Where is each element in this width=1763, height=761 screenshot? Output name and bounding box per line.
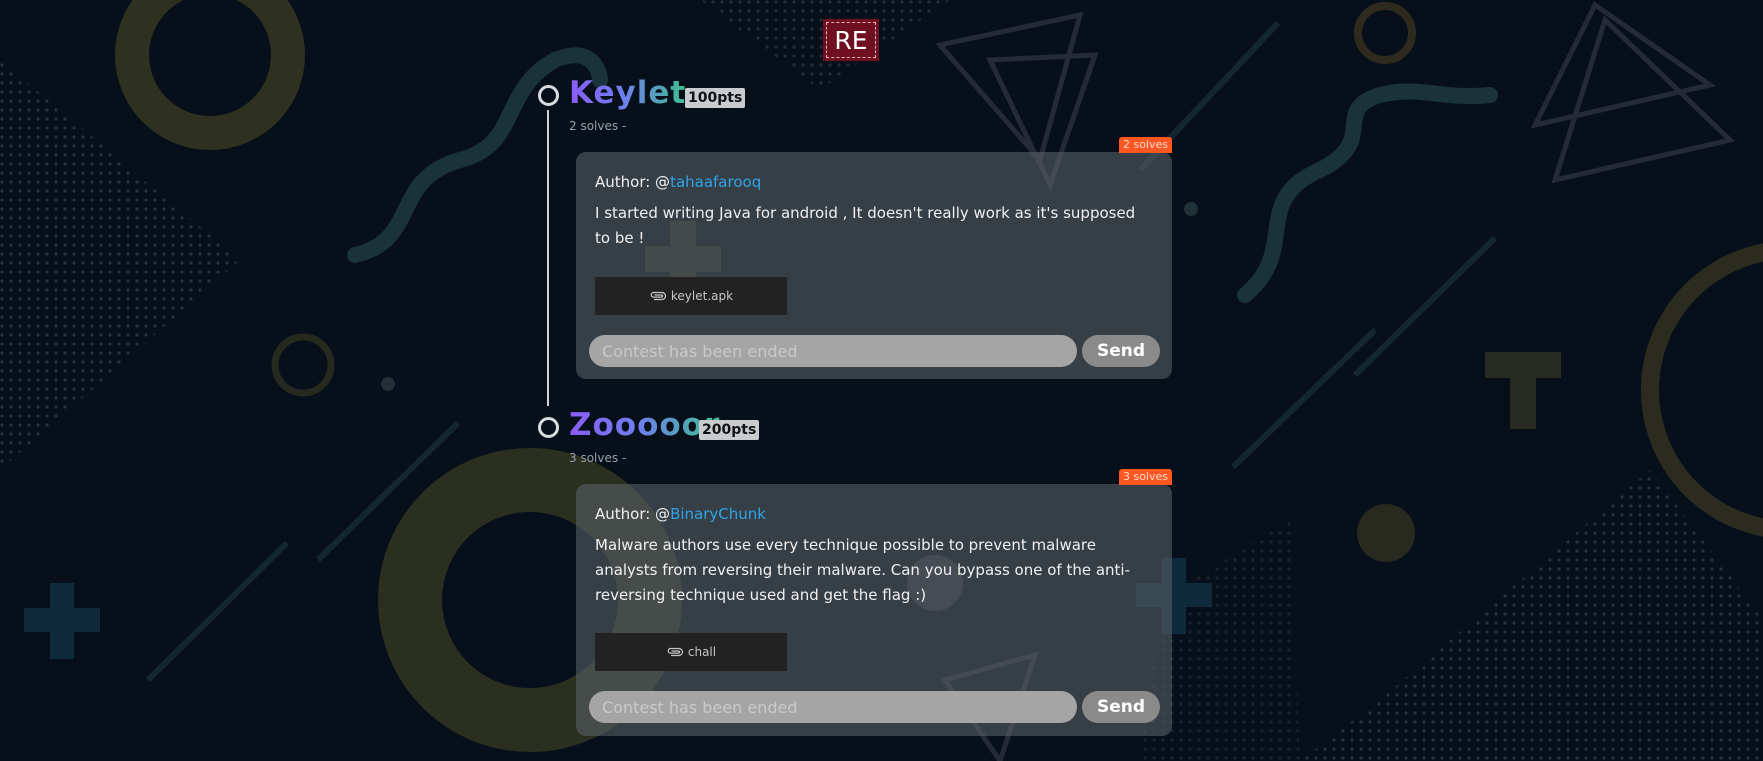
author-prefix: Author: @ bbox=[595, 505, 671, 523]
category-badge: RE bbox=[823, 19, 879, 61]
paperclip-icon bbox=[650, 291, 666, 301]
challenge-title[interactable]: Zooooor bbox=[569, 407, 720, 443]
challenge-description: Malware authors use every technique poss… bbox=[595, 536, 1130, 604]
author-prefix: Author: @ bbox=[595, 173, 671, 191]
download-file-button[interactable]: keylet.apk bbox=[595, 277, 787, 315]
file-name: chall bbox=[687, 645, 717, 659]
timeline-line bbox=[547, 110, 549, 406]
category-badge-border bbox=[826, 22, 876, 58]
send-button[interactable]: Send bbox=[1082, 335, 1160, 367]
points-badge: 200pts bbox=[699, 420, 760, 440]
challenge-title[interactable]: Keylet bbox=[569, 75, 686, 111]
paperclip-icon bbox=[667, 647, 683, 657]
author-link[interactable]: tahaafarooq bbox=[670, 173, 761, 191]
challenge-card: 3 solves Author: @BinaryChunk Malware au… bbox=[576, 469, 1172, 736]
author-line: Author: @tahaafarooq bbox=[595, 173, 761, 191]
challenge-description: I started writing Java for android , It … bbox=[595, 204, 1136, 247]
author-link[interactable]: BinaryChunk bbox=[670, 505, 766, 523]
file-name: keylet.apk bbox=[670, 289, 734, 303]
solves-count: 3 solves - bbox=[569, 451, 627, 465]
challenge-card: 2 solves Author: @tahaafarooq I started … bbox=[576, 137, 1172, 379]
flag-input[interactable] bbox=[589, 335, 1077, 367]
author-line: Author: @BinaryChunk bbox=[595, 505, 766, 523]
solves-ribbon: 2 solves bbox=[1118, 137, 1172, 153]
solves-ribbon: 3 solves bbox=[1118, 469, 1172, 485]
points-badge: 100pts bbox=[685, 88, 746, 108]
solves-count: 2 solves - bbox=[569, 119, 627, 133]
send-button[interactable]: Send bbox=[1082, 691, 1160, 723]
timeline-dot-1 bbox=[538, 85, 559, 106]
download-file-button[interactable]: chall bbox=[595, 633, 787, 671]
timeline-dot-2 bbox=[538, 417, 559, 438]
flag-input[interactable] bbox=[589, 691, 1077, 723]
